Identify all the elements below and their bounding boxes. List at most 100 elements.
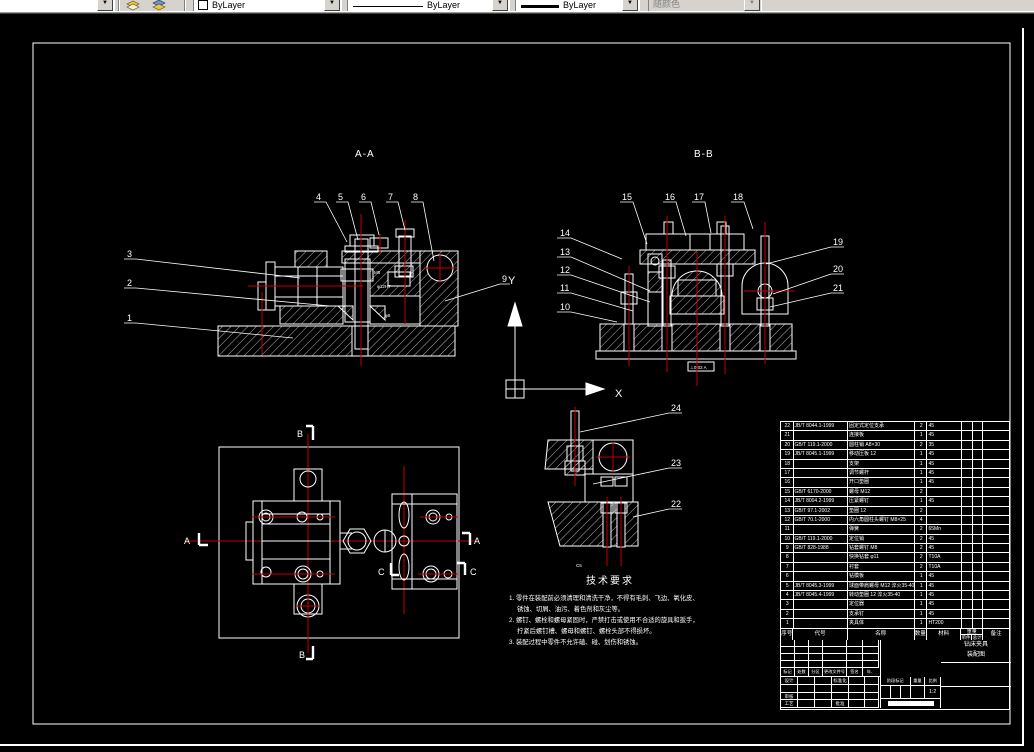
bom-row: 20 GB/T 119.1-2000 圆柱销 A8×30 2 35 [781, 440, 1009, 451]
design-label: 设计 [781, 677, 798, 685]
bom-row: 19 JB/T 8045.1-1999 移动压板 12 1 45 [781, 450, 1009, 460]
section-view-a-a: A-A M8 φ12H7 φ8 [217, 149, 459, 366]
tech-req-line: 1. 零件在装配前必须清理和清洗干净，不得有毛刺、飞边、氧化皮、 [509, 595, 699, 602]
bom-row: 3 定位器 1 45 [781, 600, 1009, 610]
properties-toolbar: ▼ ByLayer ▼ ByLayer ▼ ByLayer ▼ 随颜色 ▼ [0, 0, 1034, 11]
tech-req-line: 3. 装配过程中零件不允许磕、碰、划伤和锈蚀。 [509, 639, 642, 646]
bom-row: 8 快换钻套 φ11 2 T10A [781, 553, 1009, 563]
bom-row: 14 JB/T 8004.2-1999 压紧螺钉 1 45 [781, 497, 1009, 507]
balloon-number: 13 [560, 247, 570, 257]
title-block: 标记 处数 分区 更改文件号 签名 年、月、日 设计 标准化 审核 工艺 批准 阶段… [780, 640, 1011, 710]
bom-header-weight: 重量 单件 总计 [961, 628, 984, 641]
stage-mark-block: 阶段标记 重量 比例 1:2 [881, 677, 941, 708]
layer-combo[interactable]: ▼ [0, 0, 115, 11]
detail-view: C5 [544, 407, 639, 568]
bom-header-code: 代号 [793, 628, 848, 641]
revision-grid [781, 640, 881, 668]
bom-row: 16 开口垫圈 1 45 [781, 478, 1009, 488]
process-label: 工艺 [781, 700, 798, 708]
linetype-control-value: ByLayer [427, 0, 461, 10]
scale-value: 1:2 [929, 689, 937, 695]
section-label: B-B [694, 149, 714, 160]
section-mark-letter: B [297, 429, 303, 439]
bom-row: 1 夹具体 1 HT200 [781, 619, 1009, 629]
balloon-number: 12 [560, 265, 570, 275]
check-label: 审核 [781, 692, 798, 701]
tech-req-line: 2. 螺钉、螺栓和螺母紧固时，严禁打击或使用不合适的旋具和扳手， [509, 617, 699, 624]
bom-header-qty: 数量 [915, 628, 927, 641]
tech-req-line: 锈蚀、切屑、油污、着色剂和灰尘等。 [517, 606, 625, 613]
technical-requirements: 技术要求 1. 零件在装配前必须清理和清洗干净，不得有毛刺、飞边、氧化皮、 锈蚀… [509, 572, 711, 648]
layer-previous-icon[interactable] [150, 0, 168, 11]
balloon-number: 18 [733, 192, 743, 202]
balloon-number: 2 [127, 278, 132, 288]
balloon-number: 1 [127, 313, 132, 323]
section-mark-letter: C [470, 567, 477, 577]
balloon-number: 15 [622, 192, 632, 202]
tolerance-text: ⊥0.02 A [690, 365, 707, 370]
standard-label: 标准化 [832, 677, 849, 685]
bom-row: 18 支架 1 45 [781, 459, 1009, 469]
ucs-x-label: X [615, 388, 623, 400]
dimension-text: φ8 [385, 313, 391, 318]
lineweight-control-value: ByLayer [563, 0, 597, 10]
chevron-down-icon[interactable]: ▼ [97, 0, 113, 11]
section-label: A-A [355, 149, 375, 160]
bom-row: 5 JB/T 8045.3-1999 球面带肩螺母 M12 淬火35-40 1 … [781, 581, 1009, 592]
bom-header-mat: 材料 [927, 628, 962, 641]
chevron-down-icon: ▼ [744, 0, 760, 11]
bom-row: 21 连接板 1 45 [781, 431, 1009, 441]
bom-row: 17 调节螺杆 1 45 [781, 468, 1009, 479]
make-layer-current-icon[interactable] [124, 0, 142, 11]
linetype-sample-icon [353, 6, 423, 7]
bom-table: 22 JB/T 8044.1-1999 固定式定位支承 2 45 21 连接板 … [780, 421, 1010, 642]
toolbar-separator [184, 0, 186, 11]
toolbar-bottom-edge [0, 11, 1034, 14]
balloon-number: 10 [560, 302, 570, 312]
balloon-number: 3 [127, 249, 132, 259]
bom-row: 9 GB/T 828-1988 钻套螺钉 M8 2 45 [781, 544, 1009, 554]
dimension-text: φ12H7 [377, 284, 391, 289]
lineweight-sample-icon [521, 5, 559, 8]
tech-req-title: 技术要求 [586, 576, 634, 587]
tech-req-line: 拧紧后螺钉槽、螺母和螺钉、螺栓头部不得损坏。 [517, 628, 656, 635]
section-mark-letter: A [184, 536, 190, 546]
chevron-down-icon[interactable]: ▼ [492, 0, 508, 11]
chevron-down-icon[interactable]: ▼ [324, 0, 340, 11]
color-control-combo[interactable]: ByLayer ▼ [193, 0, 342, 11]
balloon-number: 7 [388, 192, 393, 202]
balloon-number: 5 [338, 192, 343, 202]
drawing-name-cell: 钻床夹具 装配图 [941, 640, 1011, 663]
approve-label: 批准 [832, 700, 849, 708]
bom-row: 12 GB/T 70.1-2000 内六角圆柱头螺钉 M8×25 4 [781, 515, 1009, 526]
linetype-control-combo[interactable]: ByLayer ▼ [347, 0, 510, 11]
signature-grid: 设计 标准化 审核 工艺 批准 [781, 677, 881, 708]
plotstyle-control-value: 随颜色 [653, 0, 681, 9]
balloon-number: 20 [833, 264, 843, 274]
bom-header-note: 备注 [990, 630, 1002, 637]
dimension-text: M8 [374, 270, 381, 275]
balloon-number: 16 [665, 192, 675, 202]
bom-row: 13 GB/T 97.1-2002 垫圈 12 2 [781, 506, 1009, 516]
revision-header-row: 标记 处数 分区 更改文件号 签名 年、月、日 [781, 668, 881, 677]
chevron-down-icon[interactable]: ▼ [622, 0, 638, 11]
bom-row: 10 GB/T 119.1-2000 定位销 2 45 [781, 534, 1009, 545]
bom-rows: 22 JB/T 8044.1-1999 固定式定位支承 2 45 21 连接板 … [781, 422, 1009, 629]
canvas-bottom-edge [0, 744, 1024, 746]
lineweight-control-combo[interactable]: ByLayer ▼ [515, 0, 640, 11]
section-mark-letter: B [299, 650, 305, 660]
balloon-number: 9 [502, 274, 507, 284]
balloon-number: 4 [316, 192, 321, 202]
drawing-number-bar [887, 701, 934, 706]
section-view-b-b: B-B ⊥0.02 A [595, 149, 797, 386]
color-control-value: ByLayer [212, 0, 246, 10]
bom-row: 22 JB/T 8044.1-1999 固定式定位支承 2 45 [781, 422, 1009, 432]
canvas-right-edge [1022, 28, 1024, 746]
bom-row: 2 支承钉 1 45 [781, 609, 1009, 620]
balloon-number: 23 [671, 458, 681, 468]
section-mark-letter: C [378, 567, 385, 577]
bom-header-name: 名称 [848, 628, 915, 641]
color-swatch-icon [198, 0, 208, 10]
bom-row: 11 弹簧 2 65Mn [781, 525, 1009, 535]
bom-header-row: 序号 代号 名称 数量 材料 重量 单件 总计 备注 [781, 628, 1009, 641]
